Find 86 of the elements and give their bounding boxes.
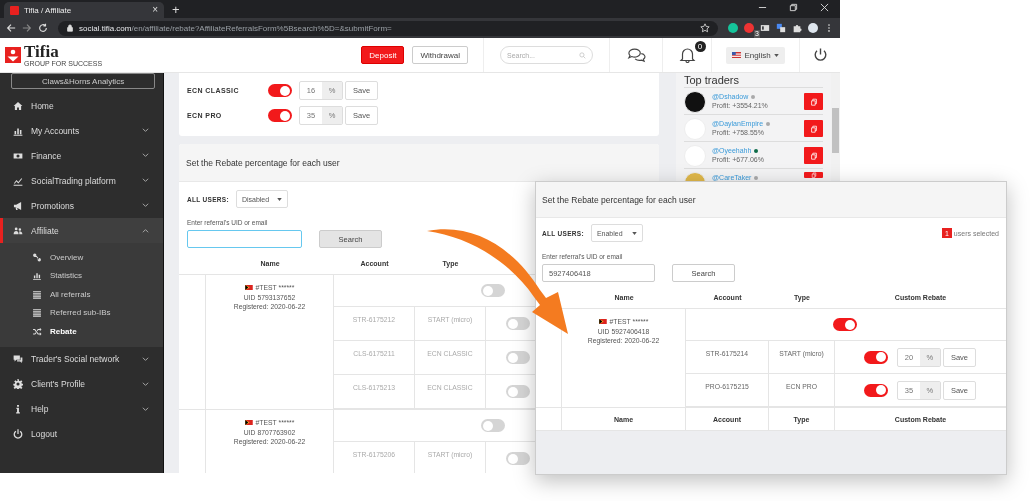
notification-badge: 0 [694, 41, 706, 52]
avatar-icon [684, 91, 706, 113]
info-icon [13, 404, 23, 414]
app-logo-icon [10, 5, 19, 15]
shuffle-icon [32, 326, 42, 336]
brand-name: Tifia [24, 43, 60, 60]
submenu-item[interactable]: Overview [0, 248, 163, 267]
reload-icon[interactable] [38, 23, 48, 33]
flag-icon [732, 52, 742, 58]
avatar-icon [684, 145, 706, 167]
toggle-switch[interactable] [268, 84, 292, 97]
copy-icon [809, 172, 818, 178]
copy-icon [809, 151, 818, 160]
card-header: Set the Rebate percentage for each user [179, 144, 659, 182]
puzzle-icon[interactable] [792, 23, 802, 33]
copy-icon [809, 124, 818, 133]
panel-title: Top traders [684, 73, 823, 88]
id-card-icon[interactable] [760, 23, 770, 33]
people-icon [13, 225, 23, 236]
caret-icon [773, 53, 779, 57]
submenu-item[interactable]: Statistics [0, 266, 163, 285]
submenu-item[interactable]: Rebate [0, 322, 163, 341]
chat-bubbles-icon [13, 354, 23, 364]
copy-button[interactable] [804, 120, 823, 137]
flag-icon [244, 285, 253, 291]
logo-mark-icon [5, 47, 21, 63]
uid-input-field[interactable] [187, 230, 302, 248]
forward-icon[interactable] [22, 23, 32, 33]
analytics-button[interactable]: Claws&Horns Analytics [11, 73, 155, 89]
sidebar-item[interactable]: Finance [0, 143, 163, 168]
power-icon [13, 429, 23, 439]
scrollbar[interactable] [831, 73, 840, 180]
sidebar-item[interactable]: Home [0, 93, 163, 118]
toggle-switch[interactable] [268, 109, 292, 122]
copy-button[interactable] [804, 93, 823, 110]
submenu-item[interactable]: All referrals [0, 285, 163, 304]
toggle-switch[interactable] [506, 351, 530, 364]
flag-icon [598, 319, 607, 325]
toggle-switch[interactable] [481, 284, 505, 297]
toggle-switch[interactable] [481, 419, 505, 432]
chat-bubbles-icon[interactable] [626, 47, 646, 63]
address-bar[interactable]: social.tifia.com/en/affiliate/rebate?AffiliateReferralsForm%5Bsearch%5D=&submitForm= [58, 20, 718, 36]
language-selector[interactable]: English [726, 46, 785, 64]
toggle-switch[interactable] [833, 318, 857, 331]
sidebar-item[interactable]: Help [0, 396, 163, 422]
caret-icon [276, 197, 282, 201]
sidebar-item[interactable]: Affiliate [0, 218, 163, 243]
sidebar-item[interactable]: Client's Profile [0, 371, 163, 397]
sidebar-item[interactable]: Logout [0, 421, 163, 447]
list-icon [32, 308, 42, 318]
sidebar-item[interactable]: My Accounts [0, 118, 163, 143]
toggle-switch[interactable] [863, 383, 888, 397]
line-chart-icon [13, 175, 23, 186]
card-header: Set the Rebate percentage for each user [536, 182, 1006, 218]
copy-icon [809, 97, 818, 106]
close-icon[interactable] [820, 2, 829, 12]
caret-icon [631, 231, 637, 235]
settings-icon [13, 379, 23, 389]
link-icon [32, 252, 42, 262]
house-icon [13, 100, 23, 111]
withdrawal-button[interactable]: Withdrawal [412, 46, 468, 64]
profile-avatar-icon[interactable] [808, 23, 818, 33]
submenu-item[interactable]: Referred sub-IBs [0, 303, 163, 322]
toggle-switch[interactable] [863, 350, 888, 364]
bell-icon[interactable] [677, 47, 697, 63]
sidebar-item[interactable]: SocialTrading platform [0, 168, 163, 193]
toggle-switch[interactable] [506, 317, 530, 330]
deposit-button[interactable]: Deposit [361, 46, 405, 64]
sidebar-item[interactable]: Trader's Social network [0, 346, 163, 372]
lock-icon [66, 24, 74, 32]
star-icon[interactable] [700, 23, 710, 33]
restore-icon[interactable] [789, 2, 798, 12]
toggle-switch[interactable] [506, 385, 530, 398]
flag-icon [244, 420, 253, 426]
bar-chart-icon [32, 271, 42, 281]
back-icon[interactable] [6, 23, 16, 33]
toggle-switch[interactable] [506, 452, 530, 465]
copy-button[interactable] [804, 147, 823, 164]
list-icon [32, 289, 42, 299]
close-tab-button[interactable]: × [152, 5, 158, 15]
sidebar-item[interactable]: Promotions [0, 193, 163, 218]
avatar-icon [684, 118, 706, 140]
browser-tab[interactable]: Tifia / Affiliate × [4, 2, 164, 18]
new-tab-button[interactable]: + [172, 2, 180, 18]
translate-icon[interactable] [776, 23, 786, 33]
megaphone-icon [13, 200, 23, 211]
